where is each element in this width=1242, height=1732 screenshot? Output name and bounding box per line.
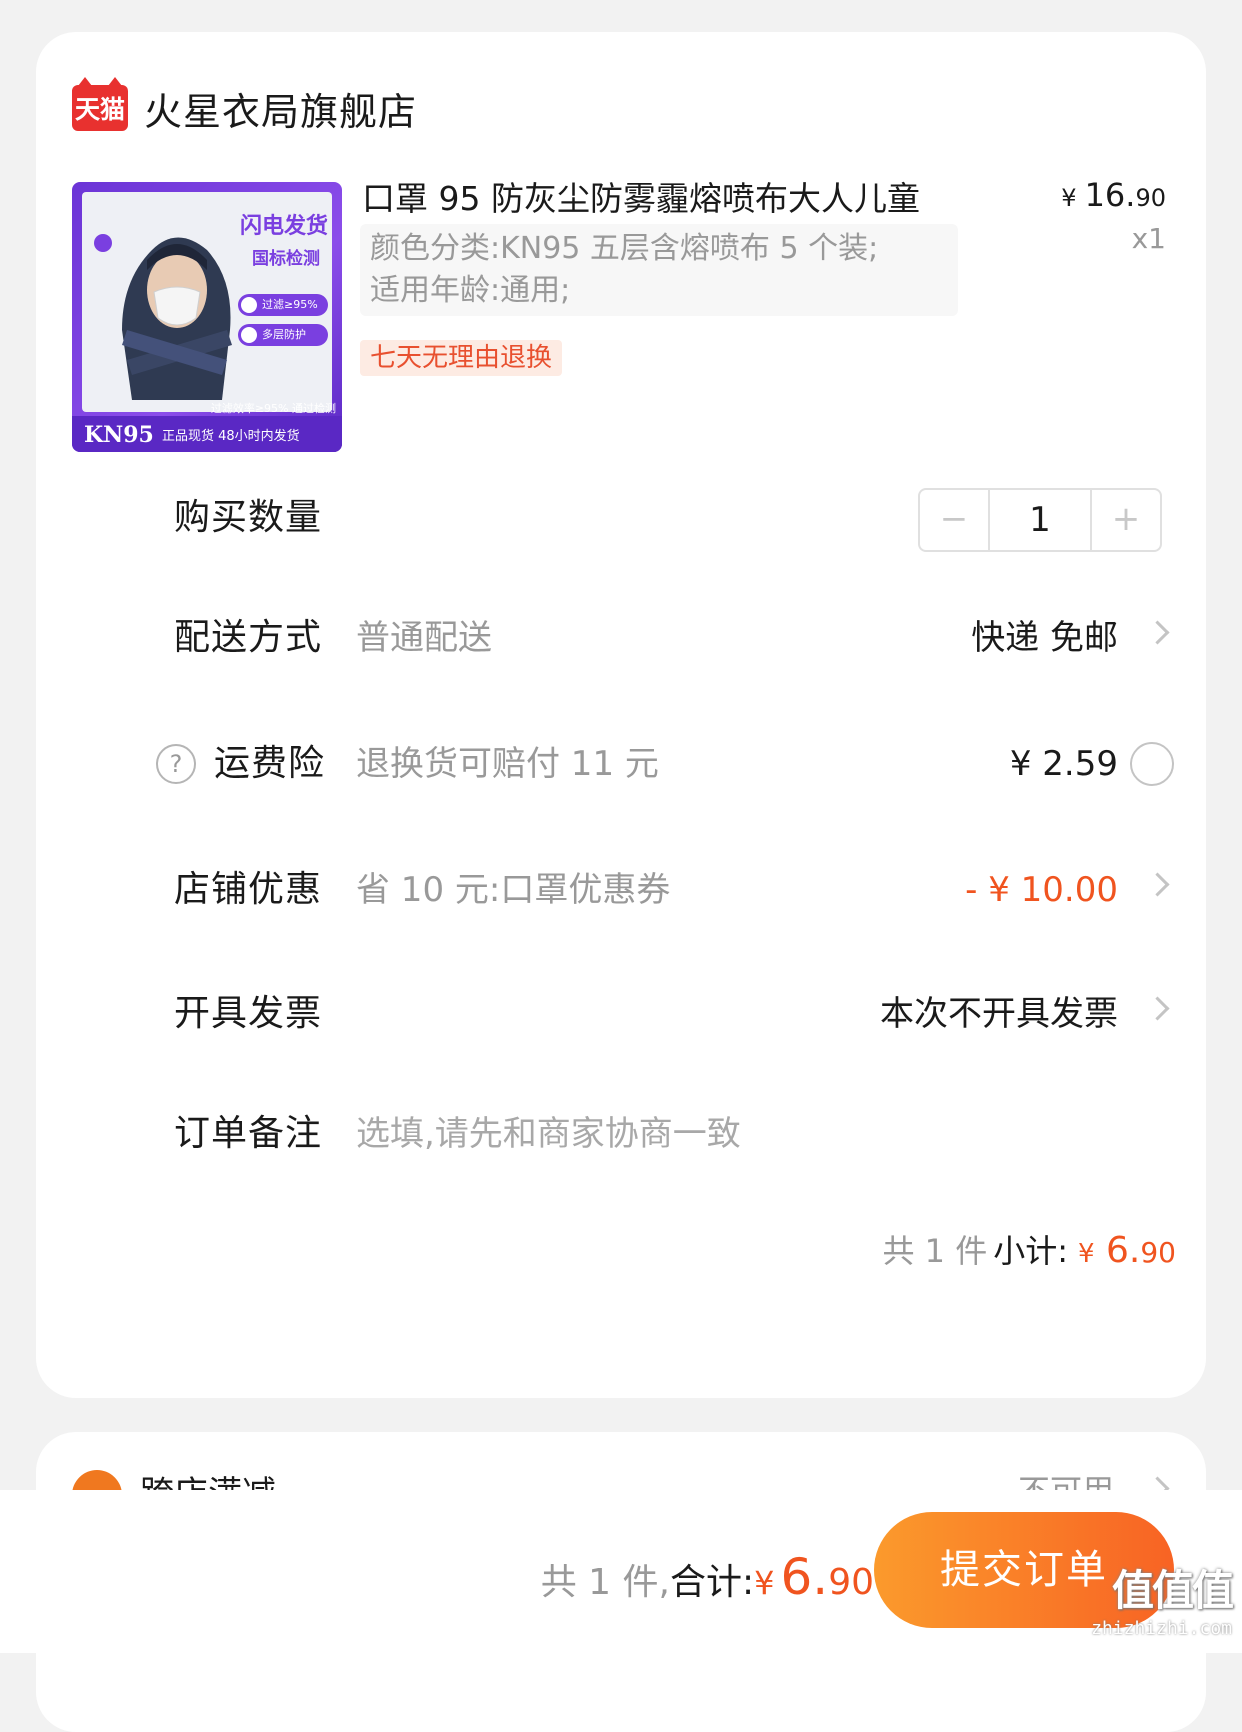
product-image[interactable]: 闪电发货 国标检测 过滤≥95% 多层防护 过滤效率≥95% 通过检测 KN95… [72,182,342,452]
store-name[interactable]: 火星衣局旗舰店 [144,81,417,136]
subtotal-dec: 90 [1140,1236,1176,1269]
total-int: 6. [780,1548,829,1606]
product-quantity-mark: x1 [1131,222,1166,255]
pill-filter-rate: 过滤≥95% [238,294,328,316]
tmall-badge-text: 天猫 [74,95,125,124]
badge-flash-shipping: 闪电发货 [239,213,328,239]
subtotal-int: 6. [1106,1230,1141,1271]
total-dec: 90 [828,1562,874,1603]
person-wearing-mask-illustration [122,237,232,400]
delivery-method: 普通配送 [356,618,492,658]
price-currency: ¥ [1061,184,1077,212]
insurance-radio[interactable] [1130,742,1174,786]
insurance-price: ¥ 2.59 [1009,744,1118,784]
store-discount-row[interactable]: 店铺优惠 省 10 元:口罩优惠券 - ¥ 10.00 [36,860,1206,920]
checkout-bar: 共 1 件,合计:¥ 6.90 提交订单 值值值 zhizhizhi.com [0,1490,1242,1653]
kn95-label: KN95 [84,422,154,448]
store-order-card: 天猫 火星衣局旗舰店 闪电发货 国标检测 过滤≥95% 多层防护 过滤效率≥95… [36,32,1206,1398]
quantity-label: 购买数量 [174,497,323,538]
delivery-value: 快递 免邮 [971,618,1118,658]
discount-label: 店铺优惠 [174,869,323,910]
delivery-row[interactable]: 配送方式 普通配送 快递 免邮 [36,608,1206,668]
insurance-label: 运费险 [214,743,326,784]
image-footer-bar: KN95 正品现货 48小时内发货 [72,416,342,452]
watermark-logo: 值值值 [1111,1566,1234,1615]
product-sku[interactable]: 颜色分类:KN95 五层含熔喷布 5 个装; 适用年龄:通用; [360,224,958,316]
price-int: 16. [1084,176,1136,214]
decrement-button[interactable]: − [920,490,988,550]
subtotal-count: 共 1 件 [882,1232,988,1270]
image-footer-line: 过滤效率≥95% 通过检测 [210,402,336,415]
increment-button[interactable]: + [1092,490,1160,550]
sku-line-2: 适用年龄:通用; [370,273,571,308]
total-currency: ¥ [754,1564,775,1602]
help-icon[interactable]: ? [156,744,196,784]
invoice-row[interactable]: 开具发票 本次不开具发票 [36,984,1206,1044]
subtotal-label: 小计: [993,1232,1068,1270]
sku-line-1: 颜色分类:KN95 五层含熔喷布 5 个装; [370,231,879,266]
total-count: 共 1 件, [540,1562,670,1603]
subtotal: 共 1 件小计: ¥ 6.90 [882,1226,1176,1272]
total-amount: ¥6.90 [754,1548,874,1606]
return-policy-tag: 七天无理由退换 [360,340,563,376]
watermark: 值值值 zhizhizhi.com [1091,1557,1234,1639]
subtotal-amount: ¥ 6.90 [1078,1230,1176,1271]
image-footer-text: 正品现货 48小时内发货 [162,429,300,444]
chevron-right-icon [1145,620,1170,645]
product-price: ¥16.90 [1061,176,1166,214]
product-title[interactable]: 口罩 95 防灰尘防雾霾熔喷布大人儿童 [362,172,962,220]
chevron-right-icon [1145,996,1170,1021]
price-dec: 90 [1135,184,1166,212]
subtotal-currency: ¥ [1078,1239,1095,1269]
tmall-logo-icon: 天猫 [72,77,128,131]
discount-value: - ¥ 10.00 [965,870,1118,910]
store-header[interactable]: 天猫 火星衣局旗舰店 [72,76,417,140]
badge-national-standard: 国标检测 [252,249,320,269]
note-label: 订单备注 [174,1113,323,1154]
decorative-dot [94,234,112,252]
order-note-input[interactable]: 选填,请先和商家协商一致 [356,1104,741,1164]
chevron-right-icon [1145,872,1170,897]
order-total: 共 1 件,合计:¥ 6.90 [541,1548,874,1606]
discount-desc: 省 10 元:口罩优惠券 [356,870,671,910]
invoice-value: 本次不开具发票 [880,994,1118,1034]
total-label: 合计: [669,1562,755,1603]
pill-multi-layer: 多层防护 [238,324,328,346]
quantity-value[interactable]: 1 [988,490,1092,550]
delivery-label: 配送方式 [174,617,323,658]
order-note-row: 订单备注 选填,请先和商家协商一致 [36,1104,1206,1164]
invoice-label: 开具发票 [174,993,323,1034]
shipping-insurance-row: ? 运费险 退换货可赔付 11 元 ¥ 2.59 [36,734,1206,794]
watermark-url: zhizhizhi.com [1091,1618,1232,1639]
insurance-desc: 退换货可赔付 11 元 [356,744,659,784]
quantity-stepper[interactable]: − 1 + [918,488,1162,552]
